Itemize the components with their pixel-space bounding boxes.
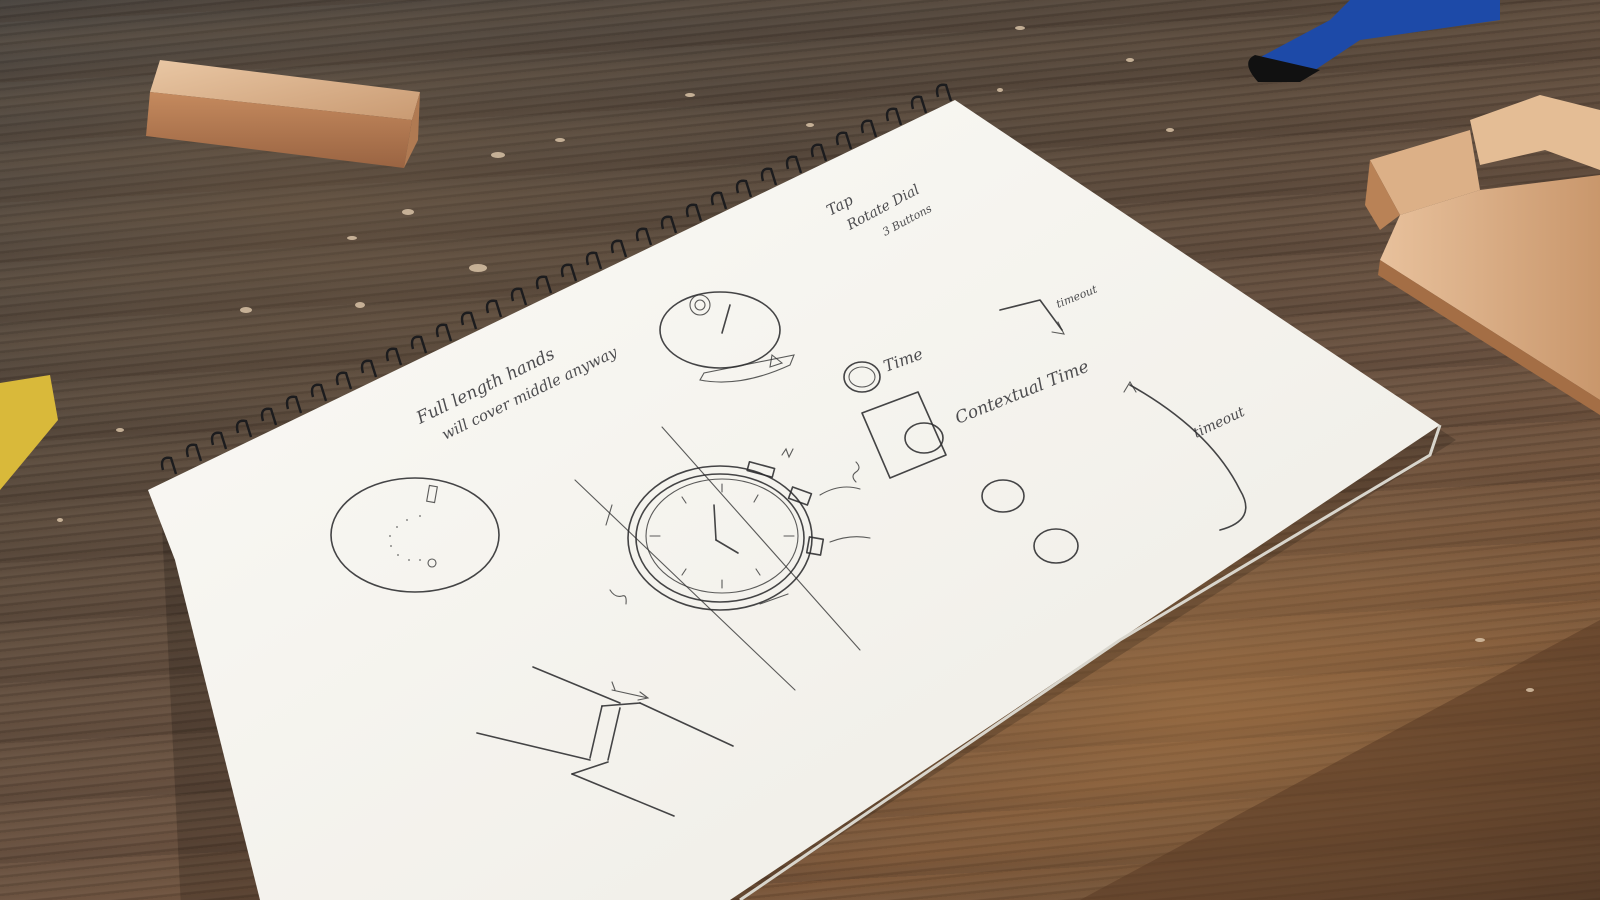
workbench-scene: Full length hands will cover middle anyw… — [0, 0, 1600, 900]
wooden-joint — [1365, 95, 1600, 415]
wood-block — [146, 60, 420, 168]
table-edge — [1080, 620, 1600, 900]
scene-illustration: Full length hands will cover middle anyw… — [0, 0, 1600, 900]
blue-clamp — [1248, 0, 1500, 82]
sandpaper — [0, 375, 58, 490]
